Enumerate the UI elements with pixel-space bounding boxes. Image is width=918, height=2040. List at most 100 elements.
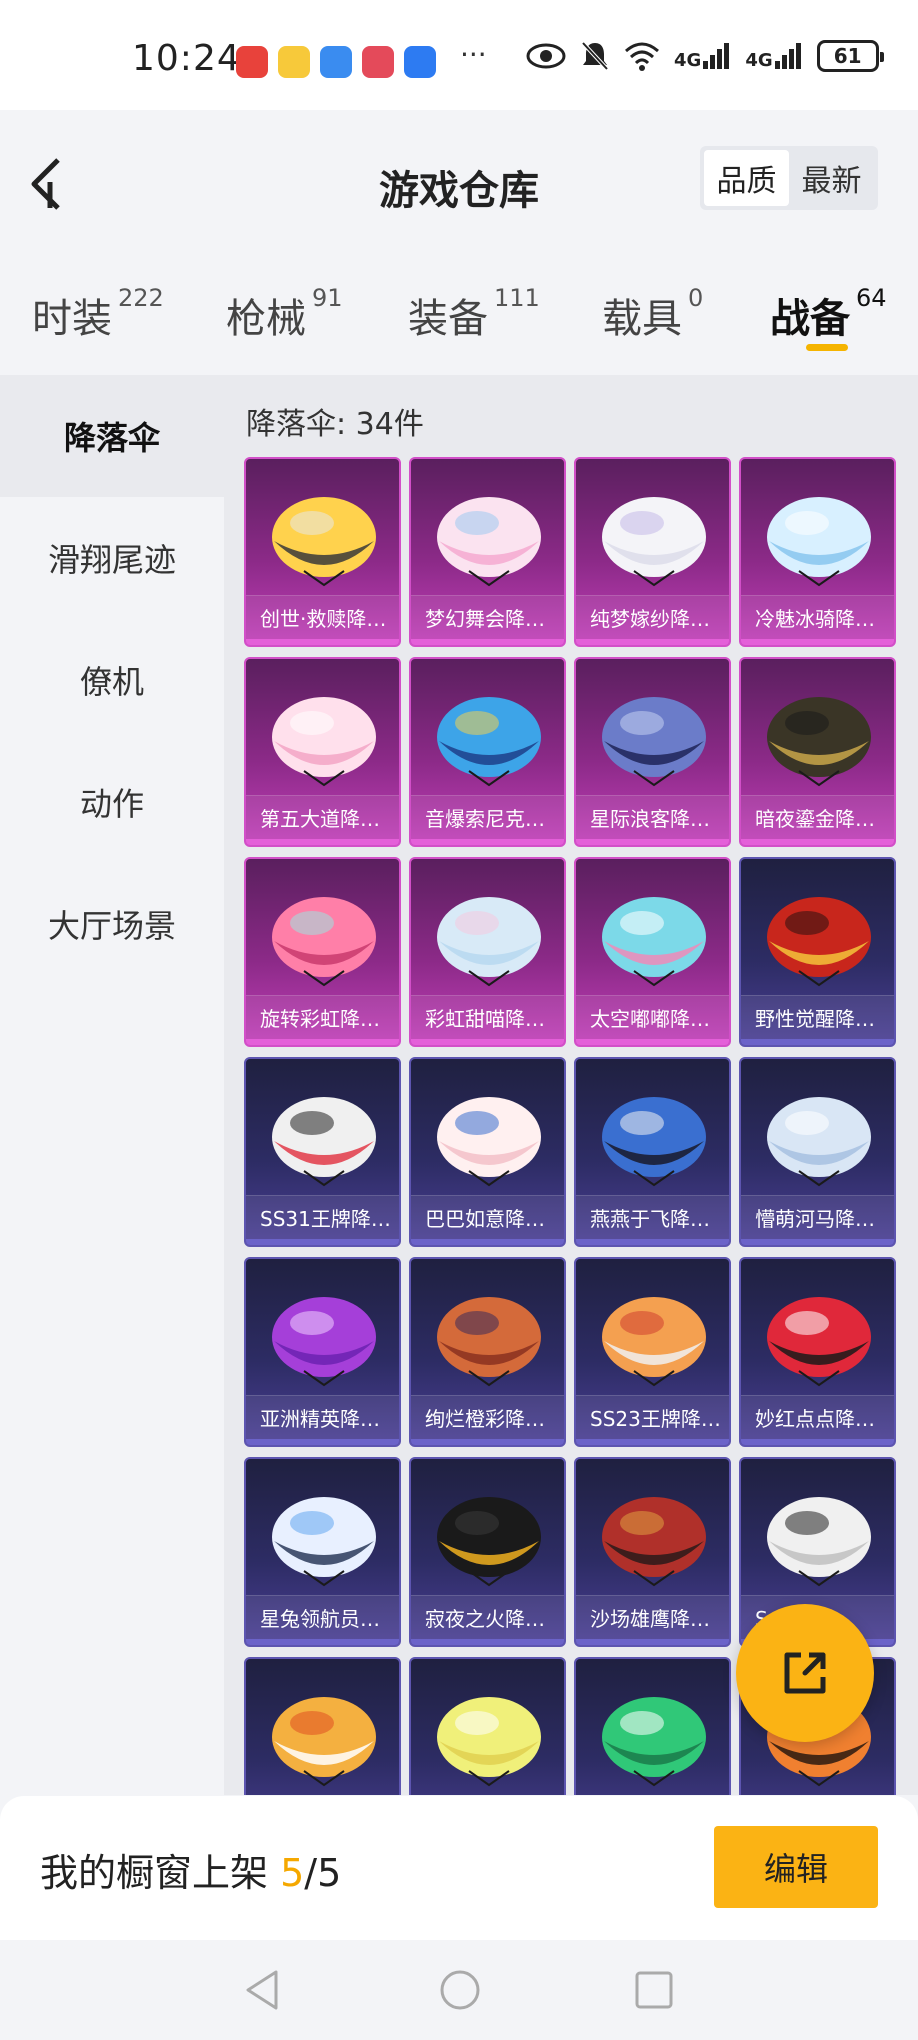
network-type-label: 4G	[674, 50, 702, 71]
parachute-card[interactable]: 燕燕于飞降…	[574, 1057, 731, 1247]
parachute-card[interactable]	[409, 1657, 566, 1795]
parachute-card[interactable]: 太空嘟嘟降…	[574, 857, 731, 1047]
parachute-name: SS31王牌降…	[246, 1195, 399, 1239]
parachute-card[interactable]: 寂夜之火降…	[409, 1457, 566, 1647]
parachute-name: 梦幻舞会降…	[411, 595, 564, 639]
parachute-name: 绚烂橙彩降…	[411, 1395, 564, 1439]
parachute-name: 寂夜之火降…	[411, 1595, 564, 1639]
rarity-bar	[411, 839, 564, 845]
sidebar-item-emote[interactable]: 动作	[0, 741, 224, 863]
tab-vehicles[interactable]: 载具 0	[602, 284, 703, 344]
parachute-image	[602, 1297, 706, 1387]
rarity-bar	[246, 839, 399, 845]
parachute-name: 巴巴如意降…	[411, 1195, 564, 1239]
sidebar-item-glide-trail[interactable]: 滑翔尾迹	[0, 497, 224, 619]
tab-label: 装备	[408, 296, 488, 342]
parachute-card[interactable]: 巴巴如意降…	[409, 1057, 566, 1247]
parachute-card[interactable]: 创世·救赎降…	[244, 457, 401, 647]
parachute-name: 旋转彩虹降…	[246, 995, 399, 1039]
active-tab-indicator	[806, 344, 848, 351]
parachute-image	[602, 1097, 706, 1187]
battery-icon: 61	[816, 40, 884, 72]
tab-label: 时装	[32, 296, 112, 342]
showcase-status: 我的橱窗上架 5/5	[40, 1842, 341, 1897]
parachute-name: 冷魅冰骑降…	[741, 595, 894, 639]
rarity-bar	[741, 639, 894, 645]
parachute-image	[767, 1297, 871, 1387]
tab-equipment[interactable]: 装备 111	[408, 284, 540, 344]
sidebar-item-wingman[interactable]: 僚机	[0, 619, 224, 741]
parachute-card[interactable]: 第五大道降…	[244, 657, 401, 847]
parachute-name: SS23王牌降…	[576, 1395, 729, 1439]
app-notification-icon	[236, 46, 268, 78]
parachute-card[interactable]: 冷魅冰骑降…	[739, 457, 896, 647]
status-time: 10:24	[132, 38, 241, 79]
showcase-total-count: 5	[317, 1851, 342, 1895]
tab-fashion[interactable]: 时装 222	[32, 284, 164, 344]
parachute-card[interactable]: 星际浪客降…	[574, 657, 731, 847]
parachute-image	[272, 1297, 376, 1387]
eye-icon	[526, 42, 566, 70]
more-notifications-icon: ···	[460, 38, 487, 71]
tab-guns[interactable]: 枪械 91	[226, 284, 343, 344]
parachute-card[interactable]	[574, 1657, 731, 1795]
parachute-image	[602, 1697, 706, 1787]
tab-count: 222	[118, 284, 164, 312]
parachute-card[interactable]: 懵萌河马降…	[739, 1057, 896, 1247]
parachute-card[interactable]: SS31王牌降…	[244, 1057, 401, 1247]
tab-count: 111	[494, 284, 540, 312]
parachute-image	[602, 497, 706, 587]
parachute-card[interactable]: 梦幻舞会降…	[409, 457, 566, 647]
nav-home-button[interactable]	[438, 1968, 482, 2012]
rarity-bar	[576, 1439, 729, 1445]
nav-back-button[interactable]	[240, 1968, 284, 2012]
parachute-image	[767, 897, 871, 987]
sort-by-newest[interactable]: 最新	[789, 150, 874, 206]
tab-count: 64	[856, 284, 887, 312]
parachute-card[interactable]: 旋转彩虹降…	[244, 857, 401, 1047]
parachute-image	[437, 1297, 541, 1387]
parachute-image	[437, 897, 541, 987]
rarity-bar	[246, 1439, 399, 1445]
parachute-card[interactable]: 亚洲精英降…	[244, 1257, 401, 1447]
parachute-name: 妙红点点降…	[741, 1395, 894, 1439]
parachute-card[interactable]: 妙红点点降…	[739, 1257, 896, 1447]
rarity-bar	[576, 639, 729, 645]
parachute-card[interactable]: 暗夜鎏金降…	[739, 657, 896, 847]
parachute-card[interactable]: 音爆索尼克…	[409, 657, 566, 847]
app-notification-icon	[362, 46, 394, 78]
parachute-image	[437, 1097, 541, 1187]
share-button[interactable]	[736, 1604, 874, 1742]
parachute-card[interactable]: 野性觉醒降…	[739, 857, 896, 1047]
notification-icons	[236, 46, 436, 78]
rarity-bar	[741, 1239, 894, 1245]
parachute-card[interactable]: 彩虹甜喵降…	[409, 857, 566, 1047]
signal-1-icon: 4G	[674, 41, 731, 71]
square-recents-icon	[635, 1971, 673, 2009]
sidebar-item-lobby-scene[interactable]: 大厅场景	[0, 863, 224, 985]
parachute-card[interactable]: 绚烂橙彩降…	[409, 1257, 566, 1447]
parachute-card[interactable]: 星兔领航员…	[244, 1457, 401, 1647]
mute-bell-icon	[580, 40, 610, 72]
tab-label: 载具	[602, 296, 682, 342]
tab-count: 91	[312, 284, 343, 312]
sort-toggle: 品质 最新	[700, 146, 878, 210]
tab-battle-gear[interactable]: 战备 64	[770, 284, 887, 344]
battery-level: 61	[833, 44, 862, 68]
sort-by-quality[interactable]: 品质	[704, 150, 789, 206]
parachute-name: 懵萌河马降…	[741, 1195, 894, 1239]
parachute-name: 纯梦嫁纱降…	[576, 595, 729, 639]
parachute-name: 音爆索尼克…	[411, 795, 564, 839]
wifi-icon	[624, 41, 660, 71]
rarity-bar	[741, 1039, 894, 1045]
parachute-card[interactable]	[244, 1657, 401, 1795]
rarity-bar	[741, 839, 894, 845]
parachute-card[interactable]: 沙场雄鹰降…	[574, 1457, 731, 1647]
edit-button[interactable]: 编辑	[714, 1826, 878, 1908]
parachute-card[interactable]: SS23王牌降…	[574, 1257, 731, 1447]
sidebar-item-parachute[interactable]: 降落伞	[0, 375, 224, 497]
rarity-bar	[246, 1639, 399, 1645]
parachute-card[interactable]: 纯梦嫁纱降…	[574, 457, 731, 647]
page-header: 游戏仓库 品质 最新	[0, 110, 918, 250]
nav-recents-button[interactable]	[632, 1968, 676, 2012]
